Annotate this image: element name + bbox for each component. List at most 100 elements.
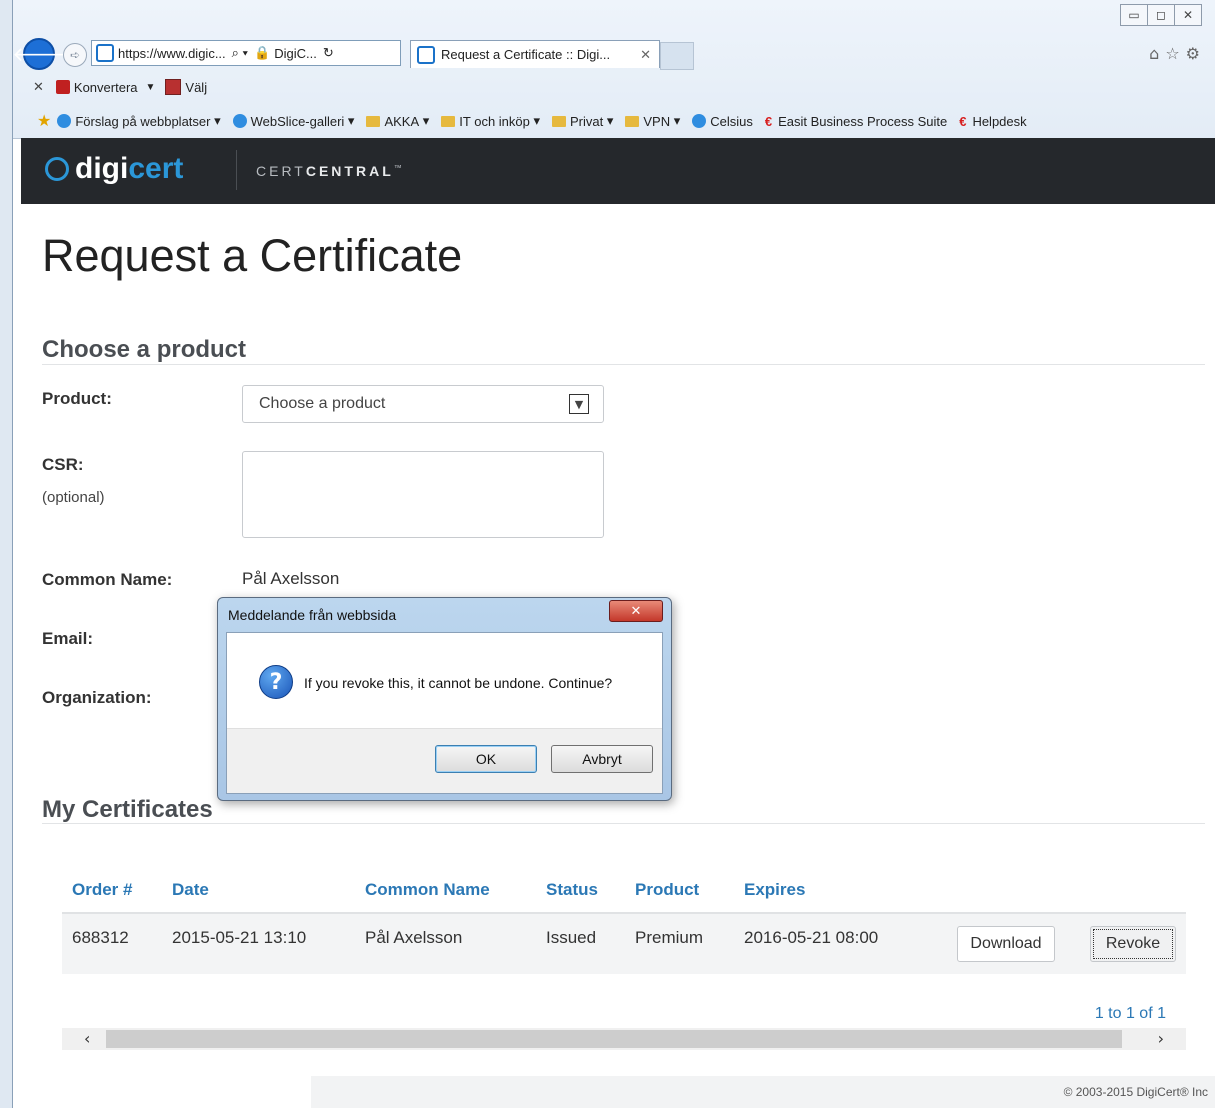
maximize-icon[interactable]: ◻ xyxy=(1147,4,1175,26)
pdf-convert-icon xyxy=(55,80,70,94)
fav-akka[interactable]: AKKA ▾ xyxy=(366,113,429,129)
certcentral-label: CERTCENTRAL™ xyxy=(256,163,405,179)
product-select-value: Choose a product xyxy=(259,395,386,412)
tab-site-icon xyxy=(417,45,435,64)
tab-close-icon[interactable]: ✕ xyxy=(640,47,651,63)
ie-icon xyxy=(232,114,247,128)
folder-icon xyxy=(441,115,456,127)
new-tab-button[interactable] xyxy=(660,42,694,70)
browser-window: ▭ ◻ ✕ 🡐 ➪ https://www.digic... ⌕ ▾ 🔒 Dig… xyxy=(12,0,1215,1108)
scrollbar-thumb[interactable] xyxy=(106,1030,1122,1048)
email-label: Email: xyxy=(42,629,94,648)
my-certificates-heading: My Certificates xyxy=(42,796,213,823)
window-controls: ▭ ◻ ✕ xyxy=(1120,4,1202,26)
select-button[interactable]: Välj xyxy=(185,80,207,95)
column-product[interactable]: Product xyxy=(635,880,699,900)
back-button[interactable]: 🡐 xyxy=(12,38,66,70)
cell-product: Premium xyxy=(635,928,704,947)
ok-button[interactable]: OK xyxy=(435,745,537,773)
question-icon: ? xyxy=(259,665,293,699)
easit-icon: € xyxy=(764,113,773,129)
csr-textarea[interactable] xyxy=(242,451,604,538)
address-site-name: DigiC... xyxy=(274,45,317,61)
fav-celsius[interactable]: Celsius xyxy=(692,114,753,129)
home-icon[interactable]: ⌂ xyxy=(1149,44,1165,63)
convert-menu[interactable]: Konvertera xyxy=(74,80,138,95)
select-icon xyxy=(165,79,182,95)
cancel-button[interactable]: Avbryt xyxy=(551,745,653,773)
dialog-close-button[interactable]: ✕ xyxy=(609,600,663,622)
chevron-down-icon[interactable]: ▼ xyxy=(146,82,156,93)
fav-webslice-gallery[interactable]: WebSlice-galleri ▾ xyxy=(232,113,354,129)
tab-request-certificate[interactable]: Request a Certificate :: Digi... ✕ xyxy=(410,40,660,68)
close-bar-icon[interactable]: ✕ xyxy=(33,79,44,95)
revoke-button[interactable]: Revoke xyxy=(1090,926,1176,962)
digicert-logo[interactable]: digi cert xyxy=(45,152,183,186)
horizontal-scrollbar[interactable]: ‹ › xyxy=(62,1028,1186,1050)
column-status[interactable]: Status xyxy=(546,880,598,900)
dialog-message: If you revoke this, it cannot be undone.… xyxy=(304,675,613,691)
command-bar: ✕ Konvertera ▼ Välj xyxy=(13,74,207,100)
fav-privat[interactable]: Privat ▾ xyxy=(552,113,613,129)
cell-expires: 2016-05-21 08:00 xyxy=(744,928,879,947)
column-expires[interactable]: Expires xyxy=(744,880,805,900)
favorites-star-icon[interactable]: ☆ xyxy=(1165,44,1185,63)
footer: © 2003-2015 DigiCert® Inc xyxy=(311,1076,1215,1108)
column-order[interactable]: Order # xyxy=(72,880,132,900)
download-button[interactable]: Download xyxy=(957,926,1055,962)
confirm-dialog: Meddelande från webbsida ✕ ? If you revo… xyxy=(217,597,672,801)
product-select[interactable]: Choose a product ▼ xyxy=(242,385,604,423)
header-divider xyxy=(236,150,237,190)
fav-it-inkop[interactable]: IT och inköp ▾ xyxy=(441,113,540,129)
forward-button[interactable]: ➪ xyxy=(63,43,87,67)
ie-icon xyxy=(692,114,707,128)
address-bar[interactable]: https://www.digic... ⌕ ▾ 🔒 DigiC... ↻ xyxy=(91,40,401,66)
cell-status: Issued xyxy=(546,928,597,947)
digicert-logo-icon xyxy=(45,157,69,181)
csr-optional-note: (optional) xyxy=(42,489,105,506)
cell-order: 688312 xyxy=(72,928,129,947)
chevron-down-icon[interactable]: ▼ xyxy=(569,394,589,414)
section-divider xyxy=(42,364,1205,365)
folder-icon xyxy=(625,115,640,127)
pagination-info: 1 to 1 of 1 xyxy=(1094,1005,1166,1022)
fav-suggested-sites[interactable]: Förslag på webbplatser ▾ xyxy=(57,113,221,129)
easit-icon: € xyxy=(959,113,967,129)
product-label: Product: xyxy=(42,389,112,408)
favorites-icon[interactable]: ★ xyxy=(37,111,51,131)
csr-label: CSR: xyxy=(42,455,84,474)
fav-vpn[interactable]: VPN ▾ xyxy=(625,113,680,129)
dialog-footer: OK Avbryt xyxy=(227,728,662,793)
favorites-bar: ★ Förslag på webbplatser ▾ WebSlice-gall… xyxy=(13,108,1039,134)
tab-title: Request a Certificate :: Digi... xyxy=(441,47,611,62)
navigation-bar: 🡐 ➪ https://www.digic... ⌕ ▾ 🔒 DigiC... … xyxy=(12,36,1215,72)
site-icon xyxy=(96,44,114,62)
common-name-value: Pål Axelsson xyxy=(242,569,340,588)
refresh-icon[interactable]: ↻ xyxy=(323,45,334,61)
lock-icon[interactable]: 🔒 xyxy=(254,45,270,61)
dialog-title: Meddelande från webbsida xyxy=(228,607,397,623)
minimize-icon[interactable]: ▭ xyxy=(1120,4,1148,26)
browser-tools: ⌂☆⚙ xyxy=(1149,44,1206,63)
cell-date: 2015-05-21 13:10 xyxy=(172,928,307,947)
organization-label: Organization: xyxy=(42,688,152,707)
close-window-icon[interactable]: ✕ xyxy=(1174,4,1202,26)
folder-icon xyxy=(366,115,381,127)
scroll-right-icon[interactable]: › xyxy=(1158,1029,1164,1048)
browser-chrome: ▭ ◻ ✕ 🡐 ➪ https://www.digic... ⌕ ▾ 🔒 Dig… xyxy=(12,0,1215,139)
address-url: https://www.digic... xyxy=(118,45,226,61)
fav-helpdesk[interactable]: € Helpdesk xyxy=(959,114,1026,129)
gear-icon[interactable]: ⚙ xyxy=(1186,44,1206,63)
dialog-body: ? If you revoke this, it cannot be undon… xyxy=(226,632,663,794)
column-date[interactable]: Date xyxy=(172,880,209,900)
scroll-left-icon[interactable]: ‹ xyxy=(84,1029,90,1048)
copyright: © 2003-2015 DigiCert® Inc xyxy=(1063,1085,1208,1099)
brand-header: digi cert CERTCENTRAL™ xyxy=(21,138,1215,204)
page-title: Request a Certificate xyxy=(42,230,463,281)
ie-icon xyxy=(57,114,72,128)
folder-icon xyxy=(552,115,567,127)
search-icon[interactable]: ⌕ ▾ xyxy=(232,45,248,61)
choose-product-heading: Choose a product xyxy=(42,336,247,363)
column-common-name[interactable]: Common Name xyxy=(365,880,490,900)
fav-easit[interactable]: € Easit Business Process Suite xyxy=(765,114,947,129)
